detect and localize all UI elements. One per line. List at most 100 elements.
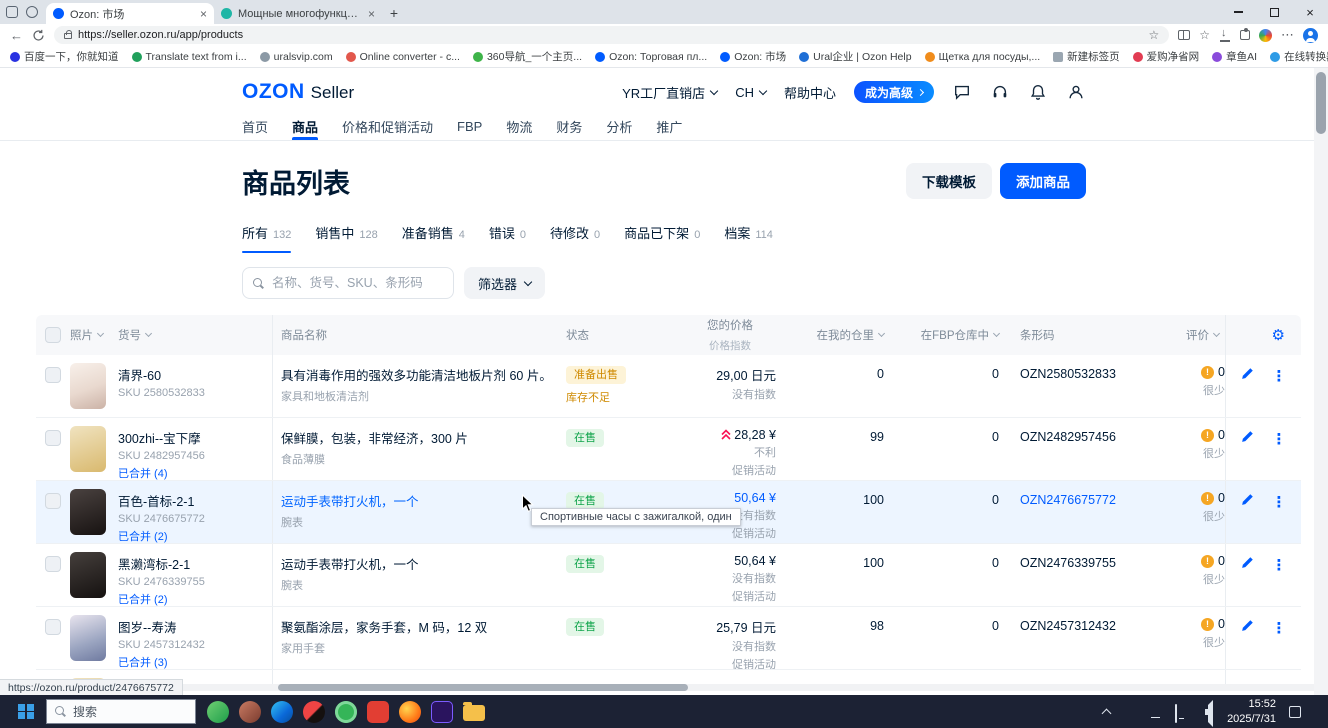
row-menu-button[interactable] — [1272, 493, 1287, 543]
bookmark[interactable]: Translate text from i... — [132, 51, 247, 63]
row-menu-button[interactable] — [1272, 430, 1287, 480]
nav-finance[interactable]: 财务 — [556, 112, 582, 140]
workspace-icon[interactable] — [6, 6, 18, 18]
window-minimize-button[interactable] — [1220, 0, 1256, 24]
horizontal-scrollbar[interactable] — [0, 684, 1314, 691]
bookmark[interactable]: Ozon: 市场 — [720, 49, 786, 64]
browser-essentials-icon[interactable] — [1259, 29, 1272, 42]
nav-products[interactable]: 商品 — [292, 112, 318, 140]
filter-needs-fix[interactable]: 待修改0 — [550, 223, 600, 253]
product-photo[interactable] — [70, 426, 106, 472]
product-name[interactable]: 具有消毒作用的强效多功能清洁地板片剂 60 片。 — [281, 365, 558, 384]
bookmark[interactable]: uralsvip.com — [260, 51, 333, 63]
bookmark[interactable]: 新建标签页 — [1053, 49, 1120, 64]
table-row[interactable]: 黑濑湾标-2-1 SKU 2476339755 已合并 (2) 运动手表带打火机… — [36, 544, 1301, 607]
edit-button[interactable] — [1241, 367, 1254, 417]
column-my-stock[interactable]: 在我的仓里 — [782, 315, 890, 355]
nav-fbp[interactable]: FBP — [457, 112, 482, 140]
row-checkbox[interactable] — [45, 556, 61, 572]
ozon-seller-logo[interactable]: OZON Seller — [242, 80, 354, 104]
back-button[interactable] — [10, 29, 23, 42]
row-menu-button[interactable] — [1272, 367, 1287, 417]
downloads-icon[interactable] — [1219, 29, 1231, 42]
bookmark[interactable]: 360导航_一个主页... — [473, 49, 582, 64]
refresh-button[interactable] — [32, 29, 45, 42]
nav-pricing-promos[interactable]: 价格和促销活动 — [342, 112, 433, 140]
row-menu-button[interactable] — [1272, 556, 1287, 606]
browser-tab-active[interactable]: Ozon: 市场 — [46, 3, 214, 24]
premium-button[interactable]: 成为高级 — [854, 81, 934, 103]
notifications-bell-icon[interactable] — [1028, 82, 1048, 102]
column-rating[interactable]: 评价 — [1180, 315, 1225, 355]
product-photo[interactable] — [70, 552, 106, 598]
bookmark[interactable]: Ozon: Торговая пл... — [595, 51, 707, 63]
product-photo[interactable] — [70, 489, 106, 535]
display-icon[interactable] — [1175, 705, 1188, 718]
column-fbp-stock[interactable]: 在FBP仓库中 — [890, 315, 1005, 355]
store-selector[interactable]: YR工厂直销店 — [622, 83, 717, 102]
taskbar-app-icon-2[interactable] — [239, 701, 261, 723]
favorites-bar-icon[interactable] — [1199, 26, 1210, 44]
product-photo[interactable] — [70, 363, 106, 409]
chat-icon[interactable] — [952, 82, 972, 102]
taskbar-app-icon-1[interactable] — [207, 701, 229, 723]
url-field[interactable]: https://seller.ozon.ru/app/products — [54, 26, 1169, 44]
column-photo[interactable]: 照片 — [70, 315, 118, 355]
taskbar-search-input[interactable] — [73, 705, 173, 719]
column-code[interactable]: 货号 — [118, 315, 272, 355]
tab-search-icon[interactable] — [26, 6, 38, 18]
product-name[interactable]: 聚氨酯涂层，家务手套，M 码，12 双 — [281, 617, 558, 636]
extensions-icon[interactable] — [1240, 30, 1250, 40]
bookmark[interactable]: 爱购净省网 — [1133, 49, 1200, 64]
select-all-checkbox[interactable] — [45, 327, 61, 343]
favorite-star-icon[interactable] — [1148, 28, 1159, 42]
filter-all[interactable]: 所有132 — [242, 223, 291, 253]
nav-home[interactable]: 首页 — [242, 112, 268, 140]
new-tab-button[interactable] — [382, 5, 406, 24]
filters-button[interactable]: 筛选器 — [464, 267, 545, 299]
row-menu-button[interactable] — [1272, 619, 1287, 669]
browser-menu-icon[interactable] — [1281, 26, 1294, 44]
volume-icon[interactable] — [1201, 705, 1214, 718]
row-checkbox[interactable] — [45, 430, 61, 446]
merged-link[interactable]: 已合并 (3) — [118, 654, 272, 669]
bookmark[interactable]: 章鱼AI — [1212, 49, 1257, 64]
edge-browser-icon[interactable] — [271, 701, 293, 723]
notification-center-icon[interactable] — [1289, 706, 1301, 718]
taskbar-search-box[interactable] — [46, 699, 196, 724]
window-close-button[interactable] — [1292, 0, 1328, 24]
price-link[interactable]: 50,64 ¥ — [734, 491, 776, 505]
edit-button[interactable] — [1241, 430, 1254, 480]
tray-overflow-icon[interactable] — [1102, 709, 1112, 719]
tab-close-icon[interactable] — [200, 7, 207, 21]
file-explorer-icon[interactable] — [463, 705, 485, 721]
profile-avatar[interactable] — [1303, 28, 1318, 43]
table-row[interactable]: 300zhi--宝下摩 SKU 2482957456 已合并 (4) 保鲜膜，包… — [36, 418, 1301, 481]
bookmark[interactable]: Щетка для посуды,... — [925, 51, 1041, 63]
wps-icon[interactable] — [367, 701, 389, 723]
merged-link[interactable]: 已合并 (2) — [118, 591, 272, 606]
bookmark[interactable]: 百度一下，你就知道 — [10, 49, 119, 64]
horizontal-scrollbar-thumb[interactable] — [278, 684, 688, 691]
table-settings-icon[interactable] — [1272, 326, 1285, 344]
support-headset-icon[interactable] — [990, 82, 1010, 102]
nav-promotion[interactable]: 推广 — [656, 112, 682, 140]
edit-button[interactable] — [1241, 556, 1254, 606]
taskbar-app-icon-3[interactable] — [303, 701, 325, 723]
account-icon[interactable] — [1066, 82, 1086, 102]
window-maximize-button[interactable] — [1256, 0, 1292, 24]
add-product-button[interactable]: 添加商品 — [1000, 163, 1086, 199]
product-name[interactable]: 保鲜膜，包装，非常经济，300 片 — [281, 428, 558, 447]
bookmark[interactable]: 在线转换器 - 免费... — [1270, 49, 1328, 64]
vertical-scrollbar[interactable] — [1314, 68, 1328, 695]
edit-button[interactable] — [1241, 493, 1254, 543]
table-row[interactable]: 图岁--寿涛 SKU 2457312432 已合并 (3) 聚氨酯涂层，家务手套… — [36, 607, 1301, 670]
filter-archive[interactable]: 档案114 — [724, 223, 773, 253]
filter-selling[interactable]: 销售中128 — [315, 223, 377, 253]
help-center-link[interactable]: 帮助中心 — [784, 83, 836, 102]
search-input[interactable] — [272, 276, 432, 290]
start-button[interactable] — [6, 695, 46, 728]
filter-unlisted[interactable]: 商品已下架0 — [624, 223, 700, 253]
bookmark[interactable]: Ural企业 | Ozon Help — [799, 49, 911, 64]
download-template-button[interactable]: 下载模板 — [906, 163, 992, 199]
